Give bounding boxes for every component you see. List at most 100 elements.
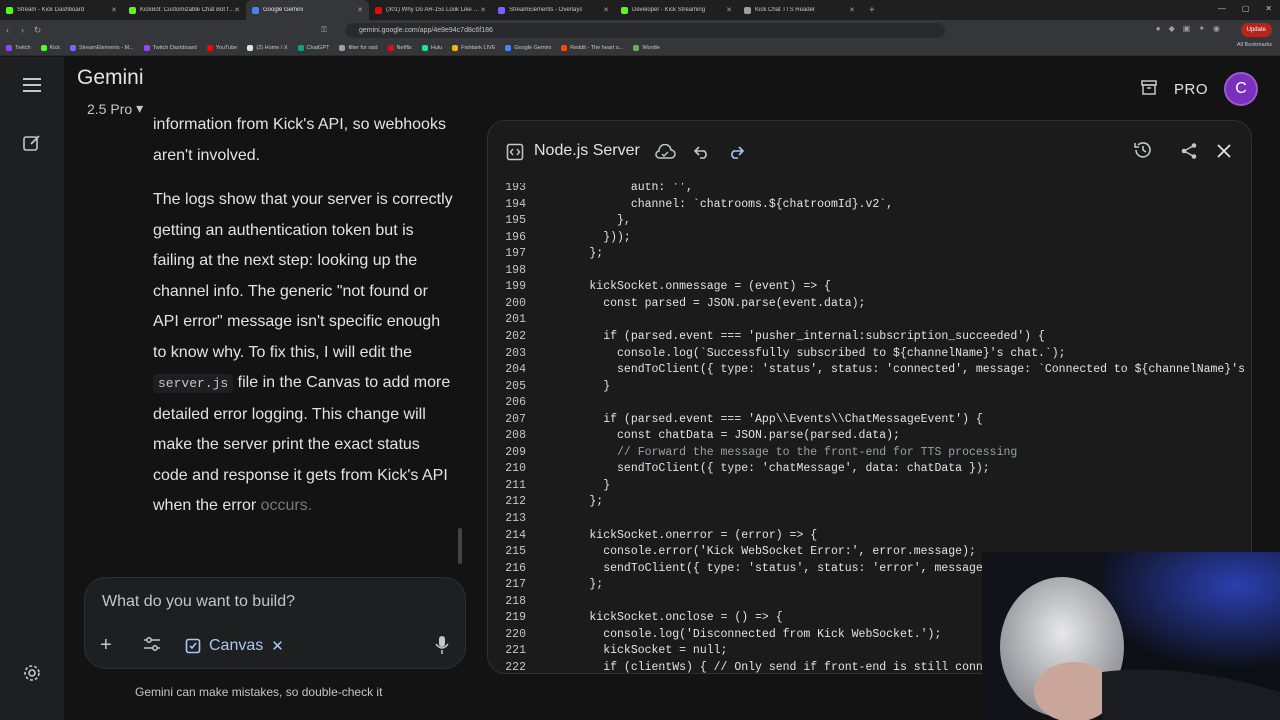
- bookmark-link[interactable]: Fishtank LIVE: [452, 44, 495, 51]
- close-tab-icon[interactable]: ✕: [603, 6, 609, 14]
- bookmark-label: Wordle: [642, 44, 660, 51]
- line-number: 214: [505, 528, 526, 542]
- tab-title: (301) Why Do AR-15s Look Like THIS: [386, 7, 481, 13]
- code-text: kickSocket.onmessage = (event) => {: [548, 280, 831, 294]
- bookmark-favicon-icon: [247, 44, 254, 51]
- remove-chip-icon[interactable]: ✕: [271, 637, 284, 655]
- close-tab-icon[interactable]: ✕: [357, 6, 363, 14]
- line-number: 195: [505, 214, 526, 228]
- menu-icon[interactable]: [20, 73, 44, 97]
- extension-icon[interactable]: ●: [1156, 24, 1161, 33]
- browser-tab[interactable]: (301) Why Do AR-15s Look Like THIS ✕: [369, 0, 492, 20]
- back-icon[interactable]: ‹: [0, 25, 15, 35]
- bookmark-favicon-icon: [339, 44, 346, 51]
- cloud-saved-icon[interactable]: [654, 141, 676, 163]
- bookmark-label: Reddit - The heart o...: [570, 44, 624, 51]
- avatar[interactable]: C: [1224, 72, 1258, 106]
- side-rail: [0, 57, 64, 720]
- bookmark-link[interactable]: YouTube: [206, 44, 237, 51]
- bookmark-link[interactable]: Netflix: [387, 44, 412, 51]
- close-canvas-icon[interactable]: [1213, 140, 1235, 162]
- close-tab-icon[interactable]: ✕: [111, 6, 117, 14]
- minimize-icon[interactable]: —: [1218, 4, 1226, 13]
- extension-icon[interactable]: ▣: [1183, 24, 1191, 33]
- line-number: 194: [505, 197, 526, 211]
- tools-sliders-icon[interactable]: [143, 636, 161, 652]
- bookmark-link[interactable]: Twitch Dashboard: [143, 44, 197, 51]
- puzzle-icon[interactable]: ✦: [1198, 24, 1205, 33]
- code-text: const chatData = JSON.parse(parsed.data)…: [548, 429, 900, 443]
- bookmark-label: StreamElements - M...: [78, 44, 134, 51]
- url-field[interactable]: ⚿ gemini.google.com/app/4e9e94c7d8c6f186: [321, 22, 945, 38]
- bookmark-link[interactable]: filter for raid: [339, 44, 378, 51]
- settings-gear-icon[interactable]: [20, 661, 44, 685]
- maximize-icon[interactable]: ▢: [1242, 4, 1250, 13]
- canvas-chip[interactable]: Canvas ✕: [185, 635, 284, 657]
- line-number: 210: [505, 462, 526, 476]
- browser-tab-strip: Stream - Kick Dashboard ✕ KickBot: Customi…: [0, 0, 1280, 20]
- prompt-input[interactable]: What do you want to build?: [102, 593, 295, 611]
- bookmark-link[interactable]: Kick: [40, 44, 60, 51]
- share-icon[interactable]: [1178, 140, 1200, 162]
- close-window-icon[interactable]: ✕: [1265, 4, 1272, 13]
- canvas-chip-label: Canvas: [209, 637, 264, 654]
- response-paragraph: information from Kick's API, so webhooks…: [153, 116, 446, 164]
- bookmark-label: (2) Home / X: [256, 44, 288, 51]
- bookmark-link[interactable]: Hulu: [421, 44, 442, 51]
- account-area: PRO C: [1140, 72, 1258, 106]
- extensions-area: ● ◆ ▣ ✦ ◉: [1156, 24, 1220, 33]
- profile-icon[interactable]: ◉: [1213, 24, 1220, 33]
- line-number: 198: [505, 263, 526, 277]
- url-text: gemini.google.com/app/4e9e94c7d8c6f186: [359, 26, 493, 34]
- code-text: };: [548, 578, 604, 592]
- new-chat-icon[interactable]: [20, 131, 44, 155]
- close-tab-icon[interactable]: ✕: [849, 6, 855, 14]
- extension-icon[interactable]: ◆: [1169, 24, 1175, 33]
- bookmark-link[interactable]: Google Gemini: [505, 44, 551, 51]
- browser-tab[interactable]: Developer - Kick Streaming ✕: [615, 0, 738, 20]
- bookmark-favicon-icon: [40, 44, 47, 51]
- code-text: sendToClient({ type: 'chatMessage', data…: [548, 462, 990, 476]
- code-text: if (parsed.event === 'pusher_internal:su…: [548, 329, 1045, 343]
- browser-tab[interactable]: Stream - Kick Dashboard ✕: [0, 0, 123, 20]
- bookmark-label: Netflix: [396, 44, 412, 51]
- close-tab-icon[interactable]: ✕: [726, 6, 732, 14]
- all-bookmarks-link[interactable]: All Bookmarks: [1237, 42, 1272, 48]
- bookmark-link[interactable]: StreamElements - M...: [69, 44, 134, 51]
- tab-favicon-icon: [6, 6, 13, 14]
- code-text: };: [548, 247, 604, 261]
- app-brand[interactable]: Gemini: [77, 66, 144, 90]
- update-button[interactable]: Update: [1240, 23, 1272, 37]
- bookmark-link[interactable]: (2) Home / X: [247, 44, 288, 51]
- browser-tab[interactable]: StreamElements - Overlays ✕: [492, 0, 615, 20]
- chat-scrollbar[interactable]: [458, 528, 462, 564]
- undo-icon[interactable]: [691, 141, 713, 163]
- close-tab-icon[interactable]: ✕: [234, 6, 240, 14]
- tab-title: KickBot: Customizable Chat Bot for Ki: [140, 7, 235, 13]
- history-icon[interactable]: [1132, 139, 1154, 161]
- add-icon[interactable]: +: [100, 634, 112, 657]
- redo-icon[interactable]: [725, 141, 747, 163]
- new-tab-icon[interactable]: +: [861, 5, 883, 16]
- archive-icon[interactable]: [1140, 78, 1158, 101]
- bookmark-link[interactable]: Wordle: [633, 44, 660, 51]
- model-selector[interactable]: 2.5 Pro ▾: [87, 100, 143, 117]
- browser-tab[interactable]: Kick Chat TTS Reader ✕: [738, 0, 861, 20]
- microphone-icon[interactable]: [435, 635, 449, 655]
- code-text: };: [548, 495, 604, 509]
- tab-favicon-icon: [744, 6, 751, 14]
- bookmark-link[interactable]: ChatGPT: [297, 44, 329, 51]
- close-tab-icon[interactable]: ✕: [480, 6, 486, 14]
- bookmark-favicon-icon: [505, 44, 512, 51]
- forward-icon[interactable]: ›: [15, 25, 30, 35]
- line-number: 208: [505, 429, 526, 443]
- chat-transcript: information from Kick's API, so webhooks…: [153, 110, 453, 574]
- code-text: console.log(`Successfully subscribed to …: [548, 346, 1066, 360]
- browser-tab[interactable]: Google Gemini ✕: [246, 0, 369, 20]
- site-info-icon[interactable]: ⚿: [321, 25, 327, 35]
- reload-icon[interactable]: ↻: [30, 25, 45, 36]
- browser-tab[interactable]: KickBot: Customizable Chat Bot for Ki ✕: [123, 0, 246, 20]
- bookmark-link[interactable]: Twitch: [6, 44, 31, 51]
- bookmark-link[interactable]: Reddit - The heart o...: [561, 44, 624, 51]
- tab-title: Developer - Kick Streaming: [632, 7, 706, 13]
